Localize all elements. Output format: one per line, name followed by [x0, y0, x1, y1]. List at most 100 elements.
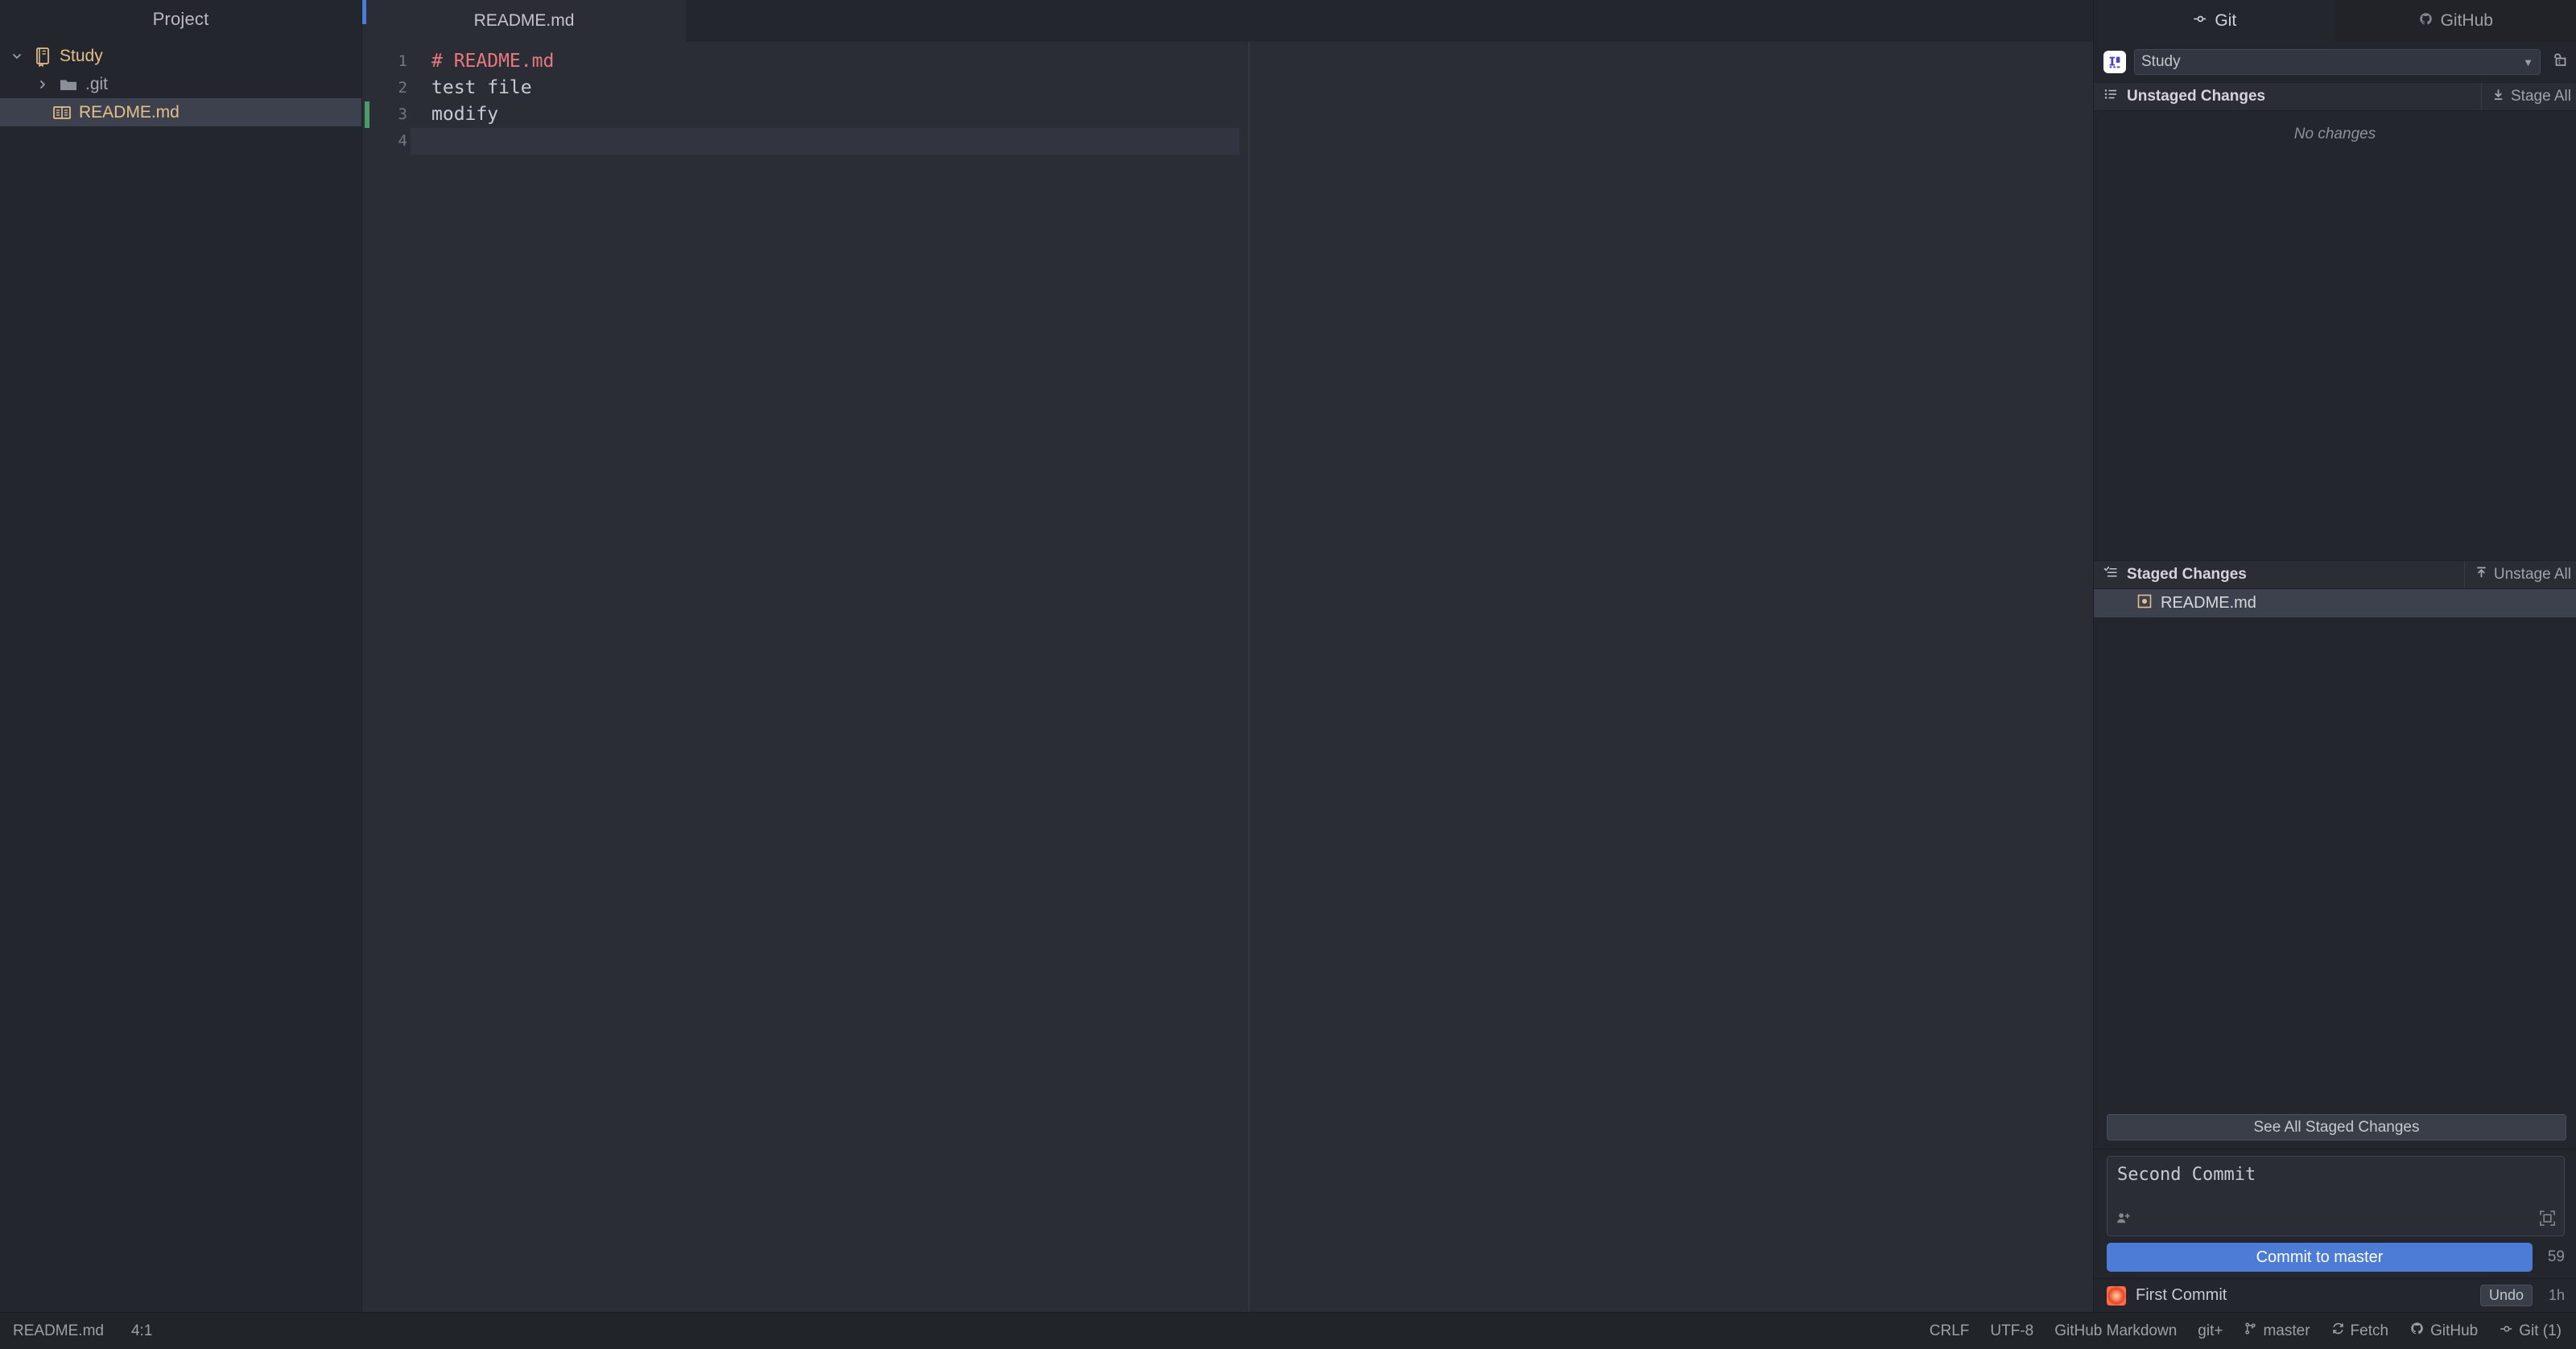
recent-commit-title: First Commit: [2136, 1286, 2227, 1304]
tab-git-label: Git: [2215, 11, 2237, 30]
modified-file-icon: [2137, 594, 2152, 613]
project-tree[interactable]: Study .git README.md: [0, 39, 361, 126]
code-line: # README.md: [431, 51, 555, 72]
undo-label: Undo: [2488, 1287, 2524, 1303]
status-line-separator[interactable]: CRLF: [1930, 1322, 1970, 1340]
line-number: 4: [398, 132, 407, 150]
repository-selector-row: Study ▼: [2094, 42, 2576, 82]
repository-value: Study: [2141, 53, 2181, 70]
line-number: 3: [398, 105, 407, 123]
ide-window: Project Study .git README.md README.md 1…: [0, 0, 2576, 1349]
status-bar-left: README.md 4:1: [13, 1322, 152, 1340]
tab-github[interactable]: GitHub: [2334, 0, 2576, 42]
add-coauthor-icon[interactable]: [2116, 1211, 2131, 1230]
editor-line-numbers: 1 2 3 4: [378, 42, 411, 1312]
staged-file-label: README.md: [2161, 594, 2256, 612]
status-caret-position[interactable]: 4:1: [131, 1322, 152, 1340]
unstaged-changes-title: Unstaged Changes: [2127, 88, 2266, 105]
main-body: Project Study .git README.md README.md 1…: [0, 0, 2576, 1312]
tree-label: Study: [60, 46, 103, 65]
git-branch-icon: [2192, 11, 2207, 31]
commit-message-area: Second Commit: [2094, 1149, 2576, 1236]
github-icon: [2418, 11, 2434, 31]
editor-text-area[interactable]: 1 2 3 4 # README.md test file modify: [362, 42, 2093, 1312]
unstage-all-button[interactable]: Unstage All: [2463, 561, 2571, 588]
line-changed-marker[interactable]: [365, 101, 369, 128]
editor-tab-readme[interactable]: README.md: [362, 0, 686, 42]
status-encoding-label: UTF-8: [1990, 1322, 2034, 1339]
git-tool-window-tabs: Git GitHub: [2094, 0, 2576, 42]
expand-editor-icon[interactable]: [2539, 1210, 2556, 1231]
refresh-icon: [2331, 1322, 2345, 1340]
staged-changes-header: Staged Changes Unstage All: [2094, 560, 2576, 589]
editor-change-gutter[interactable]: [362, 42, 378, 1312]
commit-message-input[interactable]: Second Commit: [2107, 1156, 2565, 1236]
status-file-name: README.md: [13, 1322, 104, 1339]
stage-down-icon: [2491, 88, 2505, 106]
unstaged-empty-text: No changes: [2293, 126, 2376, 142]
commit-to-master-button[interactable]: Commit to master: [2107, 1243, 2533, 1272]
see-all-staged-changes-button[interactable]: See All Staged Changes: [2107, 1114, 2566, 1141]
tab-git[interactable]: Git: [2094, 0, 2335, 42]
git-tool-window: Git GitHub Study ▼ Unstaged Changes Stag…: [2093, 0, 2576, 1312]
module-icon: [32, 46, 53, 67]
status-fetch[interactable]: Fetch: [2331, 1322, 2389, 1340]
status-markdown-flavour-label: GitHub Markdown: [2054, 1322, 2178, 1339]
commit-message-text: Second Commit: [2117, 1165, 2256, 1185]
tree-label: .git: [85, 74, 109, 93]
recent-commit-row[interactable]: First Commit Undo 1h: [2094, 1278, 2576, 1312]
status-branch-label: master: [2263, 1322, 2310, 1339]
jetbrains-logo-icon: [2103, 51, 2126, 73]
commit-message-char-count: 59: [2547, 1248, 2565, 1265]
editor-area: README.md 1 2 3 4 # README.md test file …: [362, 0, 2093, 1312]
project-tool-window: Project Study .git README.md: [0, 0, 362, 1312]
code-line: test file: [431, 77, 532, 98]
unstaged-changes-list[interactable]: No changes: [2094, 111, 2576, 560]
editor-code[interactable]: # README.md test file modify: [411, 42, 2093, 1312]
line-number: 2: [398, 79, 407, 97]
status-line-separator-label: CRLF: [1929, 1322, 1970, 1339]
unstage-all-label: Unstage All: [2493, 566, 2571, 583]
status-git-plus[interactable]: git+: [2198, 1322, 2223, 1340]
tree-row-readme[interactable]: README.md: [0, 98, 361, 126]
open-in-new-window-icon[interactable]: [2549, 51, 2568, 74]
commit-button-row: Commit to master 59: [2094, 1236, 2576, 1278]
status-branch[interactable]: master: [2244, 1322, 2310, 1340]
line-number: 1: [398, 52, 407, 70]
status-github[interactable]: GitHub: [2409, 1321, 2478, 1341]
see-all-staged-wrap: See All Staged Changes: [2094, 1107, 2576, 1149]
staged-changes-title: Staged Changes: [2127, 566, 2247, 583]
unstaged-changes-header: Unstaged Changes Stage All: [2094, 82, 2576, 111]
tree-row-study[interactable]: Study: [0, 42, 361, 70]
chevron-right-icon[interactable]: [34, 78, 52, 91]
status-fetch-label: Fetch: [2350, 1322, 2389, 1339]
stage-all-label: Stage All: [2511, 88, 2571, 105]
status-github-label: GitHub: [2430, 1322, 2479, 1339]
editor-tab-label: README.md: [473, 11, 575, 30]
branch-icon: [2244, 1322, 2257, 1340]
github-icon: [2409, 1321, 2425, 1341]
undo-commit-button[interactable]: Undo: [2479, 1285, 2533, 1306]
tree-label: README.md: [79, 102, 180, 122]
status-encoding[interactable]: UTF-8: [1990, 1322, 2033, 1340]
list-icon: [2103, 87, 2118, 106]
staged-file-row[interactable]: README.md: [2094, 589, 2576, 617]
repository-dropdown[interactable]: Study ▼: [2134, 49, 2541, 75]
code-line: modify: [431, 104, 499, 125]
tree-row-git-folder[interactable]: .git: [0, 70, 361, 98]
project-panel-title: Project: [152, 9, 209, 29]
status-git-widget-label: Git (1): [2519, 1322, 2562, 1339]
chevron-down-icon[interactable]: ▼: [2523, 56, 2533, 68]
tabbar-empty-space: [686, 0, 2093, 42]
staged-changes-list[interactable]: README.md: [2094, 589, 2576, 1107]
status-bar-right: CRLF UTF-8 GitHub Markdown git+ master F…: [1930, 1321, 2562, 1341]
status-markdown-flavour[interactable]: GitHub Markdown: [2054, 1322, 2177, 1340]
status-git-widget[interactable]: Git (1): [2499, 1322, 2562, 1341]
chevron-down-icon[interactable]: [8, 50, 26, 63]
recent-commit-time: 1h: [2548, 1287, 2565, 1303]
stage-all-button[interactable]: Stage All: [2481, 83, 2571, 110]
git-branch-icon: [2499, 1322, 2513, 1341]
markdown-icon: [52, 102, 72, 123]
folder-icon: [58, 74, 79, 95]
